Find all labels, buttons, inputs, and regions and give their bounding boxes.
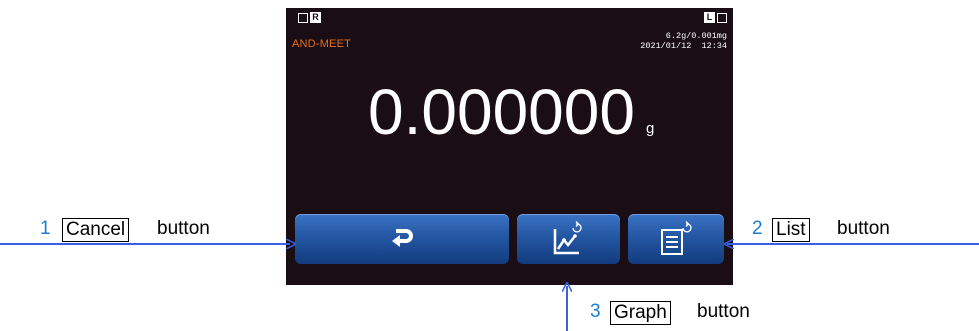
- balance-display: R L AND-MEET 6.2g/0.001mg 2021/01/12 12:…: [286, 8, 733, 285]
- list-callout-suffix: button: [837, 218, 890, 239]
- capacity-label: 6.2g/0.001mg: [665, 31, 727, 41]
- brand-label: AND-MEET: [292, 38, 352, 50]
- cancel-callout-line: [0, 243, 290, 245]
- list-callout-number: 2: [752, 218, 763, 239]
- empty-indicator-icon: [717, 13, 727, 23]
- cancel-callout-suffix: button: [157, 218, 210, 239]
- cancel-callout-number: 1: [40, 218, 51, 239]
- cancel-button[interactable]: [295, 214, 509, 264]
- return-arrow-icon: [392, 229, 413, 247]
- weight-reading: 0.000000: [368, 76, 635, 148]
- graph-icon: [553, 221, 582, 255]
- list-icon: [661, 221, 692, 255]
- graph-callout-line: [566, 286, 568, 331]
- datetime-label: 2021/01/12 12:34: [640, 41, 727, 51]
- graph-callout-number: 3: [590, 301, 601, 322]
- graph-callout-suffix: button: [697, 301, 750, 322]
- graph-callout-label: Graph: [610, 301, 671, 325]
- r-indicator: R: [310, 12, 321, 23]
- list-callout-label: List: [772, 218, 810, 242]
- arrowhead-icon: [724, 239, 734, 249]
- arrowhead-icon: [286, 239, 296, 249]
- l-indicator: L: [704, 12, 715, 23]
- empty-indicator-icon: [298, 13, 308, 23]
- weight-unit: g: [646, 120, 655, 137]
- cancel-callout-label: Cancel: [62, 218, 130, 242]
- graph-button[interactable]: [517, 214, 620, 264]
- list-callout-line: [727, 243, 979, 245]
- arrowhead-icon: [562, 282, 572, 292]
- list-button[interactable]: [628, 214, 724, 264]
